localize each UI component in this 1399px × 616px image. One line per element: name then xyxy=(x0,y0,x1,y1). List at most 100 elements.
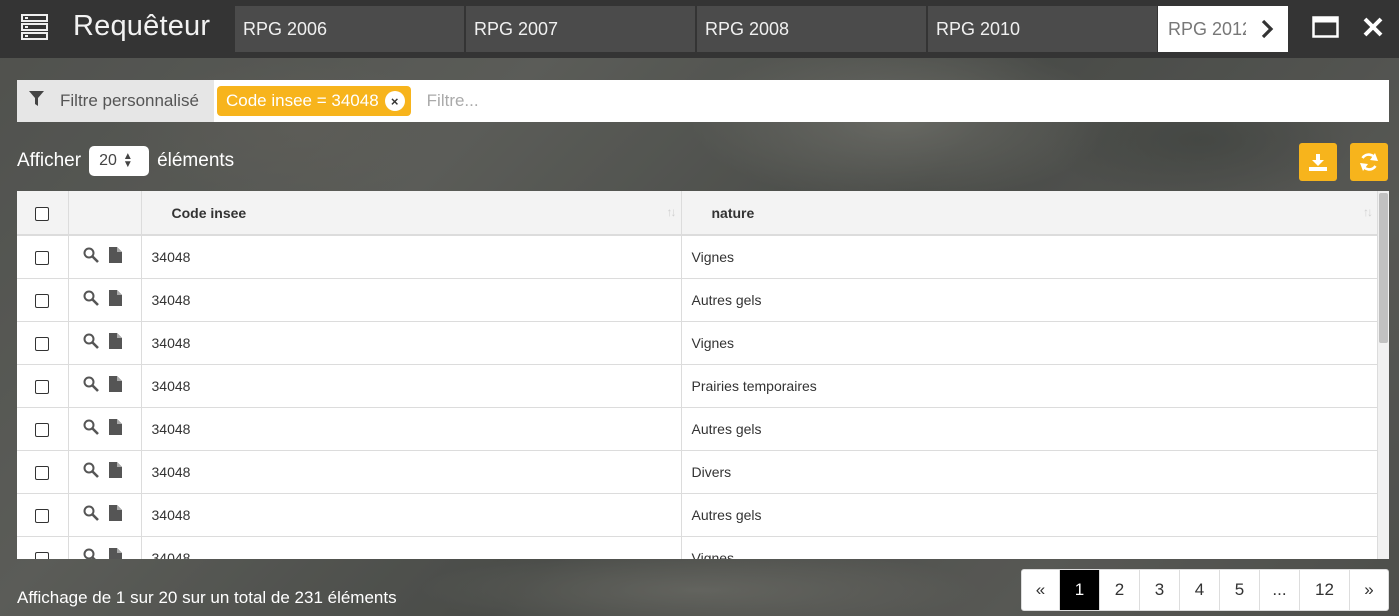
table-scrollbar[interactable] xyxy=(1378,191,1389,559)
file-details-icon[interactable] xyxy=(108,376,122,395)
maximize-button[interactable] xyxy=(1312,16,1339,43)
page-size-prefix: Afficher xyxy=(17,150,82,171)
file-details-icon[interactable] xyxy=(108,419,122,438)
row-checkbox[interactable] xyxy=(35,551,50,559)
cell-nature: Autres gels xyxy=(681,278,1378,322)
row-actions xyxy=(68,407,142,451)
row-actions xyxy=(68,278,142,322)
file-details-icon[interactable] xyxy=(108,548,122,559)
cell-nature: Divers xyxy=(681,450,1378,494)
database-menu-icon[interactable] xyxy=(20,14,50,40)
tab-rpg-2007[interactable]: RPG 2007 xyxy=(466,6,695,52)
column-header-label: Code insee xyxy=(171,204,247,221)
maximize-icon xyxy=(1312,16,1339,38)
table-row: 34048 Autres gels xyxy=(17,278,1378,322)
select-all-checkbox[interactable] xyxy=(35,206,50,221)
page-button[interactable]: 5 xyxy=(1220,570,1260,610)
file-details-icon[interactable] xyxy=(108,333,122,352)
pagination: «1 2 3 4 5... 12» xyxy=(1021,569,1389,611)
row-checkbox[interactable] xyxy=(35,508,50,523)
row-select-cell xyxy=(17,364,69,408)
table-row: 34048 Divers xyxy=(17,450,1378,494)
page-button[interactable]: 12 xyxy=(1300,570,1350,610)
cell-code-insee: 34048 xyxy=(141,235,682,279)
column-header-nature[interactable]: nature ↑↓ xyxy=(681,191,1378,236)
tab-rpg-2006[interactable]: RPG 2006 xyxy=(235,6,464,52)
page-button[interactable]: 3 xyxy=(1140,570,1180,610)
row-select-cell xyxy=(17,450,69,494)
download-button[interactable] xyxy=(1299,143,1337,181)
zoom-search-icon[interactable] xyxy=(83,376,99,395)
remove-filter-icon[interactable]: × xyxy=(384,91,405,111)
results-table: Code insee ↑↓ nature ↑↓ 34048 Vignes 34048… xyxy=(17,191,1389,559)
refresh-button[interactable] xyxy=(1350,143,1388,181)
tab-rpg-2010[interactable]: RPG 2010 xyxy=(928,6,1157,52)
row-select-cell xyxy=(17,278,69,322)
page-size-suffix: éléments xyxy=(157,150,235,171)
close-button[interactable] xyxy=(1363,17,1383,42)
row-select-cell xyxy=(17,493,69,537)
cell-code-insee: 34048 xyxy=(141,278,682,322)
filter-input[interactable] xyxy=(426,83,1389,119)
page-button[interactable]: 2 xyxy=(1100,570,1140,610)
file-details-icon[interactable] xyxy=(108,247,122,266)
row-checkbox[interactable] xyxy=(35,293,50,308)
page-button[interactable]: 1 xyxy=(1060,570,1100,610)
zoom-search-icon[interactable] xyxy=(83,548,99,559)
filter-chip[interactable]: Code insee = 34048 × xyxy=(217,86,411,116)
row-checkbox[interactable] xyxy=(35,465,50,480)
file-details-icon[interactable] xyxy=(108,462,122,481)
filter-type-button[interactable]: Filtre personnalisé xyxy=(17,80,214,122)
zoom-search-icon[interactable] xyxy=(83,247,99,266)
page-size-select[interactable]: 20 ▲ ▼ xyxy=(89,146,150,176)
sort-icon[interactable]: ↑↓ xyxy=(667,205,677,219)
row-checkbox[interactable] xyxy=(35,250,50,265)
row-actions xyxy=(68,450,142,494)
row-actions xyxy=(68,536,142,559)
page-size-value: 20 xyxy=(99,152,117,169)
chevron-right-icon xyxy=(1261,19,1274,39)
zoom-search-icon[interactable] xyxy=(83,505,99,524)
row-checkbox[interactable] xyxy=(35,336,50,351)
tabs-next-button[interactable] xyxy=(1246,6,1288,52)
row-checkbox[interactable] xyxy=(35,422,50,437)
page-prev-button[interactable]: « xyxy=(1022,570,1060,610)
filter-icon xyxy=(29,91,44,111)
column-header-code-insee[interactable]: Code insee ↑↓ xyxy=(141,191,682,236)
sort-caret-icon: ▲ ▼ xyxy=(122,151,133,170)
file-details-icon[interactable] xyxy=(108,290,122,309)
zoom-search-icon[interactable] xyxy=(83,419,99,438)
file-details-icon[interactable] xyxy=(108,505,122,524)
zoom-search-icon[interactable] xyxy=(83,290,99,309)
page-button[interactable]: ... xyxy=(1260,570,1300,610)
tab-rpg-2012[interactable]: RPG 2012 xyxy=(1158,6,1246,52)
row-select-cell xyxy=(17,407,69,451)
table-row: 34048 Autres gels xyxy=(17,407,1378,451)
row-select-cell xyxy=(17,235,69,279)
page-button[interactable]: 4 xyxy=(1180,570,1220,610)
zoom-search-icon[interactable] xyxy=(83,333,99,352)
table-row: 34048 Autres gels xyxy=(17,493,1378,537)
row-select-cell xyxy=(17,321,69,365)
scrollbar-thumb[interactable] xyxy=(1379,193,1388,343)
cell-code-insee: 34048 xyxy=(141,321,682,365)
app-title: Requêteur xyxy=(73,10,211,42)
row-actions xyxy=(68,235,142,279)
cell-code-insee: 34048 xyxy=(141,450,682,494)
row-checkbox[interactable] xyxy=(35,379,50,394)
zoom-search-icon[interactable] xyxy=(83,462,99,481)
sort-icon[interactable]: ↑↓ xyxy=(1363,205,1373,219)
top-bar: Requêteur RPG 2006 RPG 2007 RPG 2008 RPG… xyxy=(0,0,1399,58)
filter-type-label: Filtre personnalisé xyxy=(60,91,199,110)
tab-rpg-2008[interactable]: RPG 2008 xyxy=(697,6,926,52)
table-row: 34048 Vignes xyxy=(17,536,1378,559)
cell-code-insee: 34048 xyxy=(141,536,682,559)
pagination-status: Affichage de 1 sur 20 sur un total de 23… xyxy=(17,588,397,607)
cell-nature: Vignes xyxy=(681,536,1378,559)
page-next-button[interactable]: » xyxy=(1350,570,1388,610)
cell-nature: Vignes xyxy=(681,235,1378,279)
row-actions xyxy=(68,321,142,365)
column-header-label: nature xyxy=(711,204,755,221)
cell-code-insee: 34048 xyxy=(141,407,682,451)
table-header-row: Code insee ↑↓ nature ↑↓ xyxy=(17,191,1378,236)
